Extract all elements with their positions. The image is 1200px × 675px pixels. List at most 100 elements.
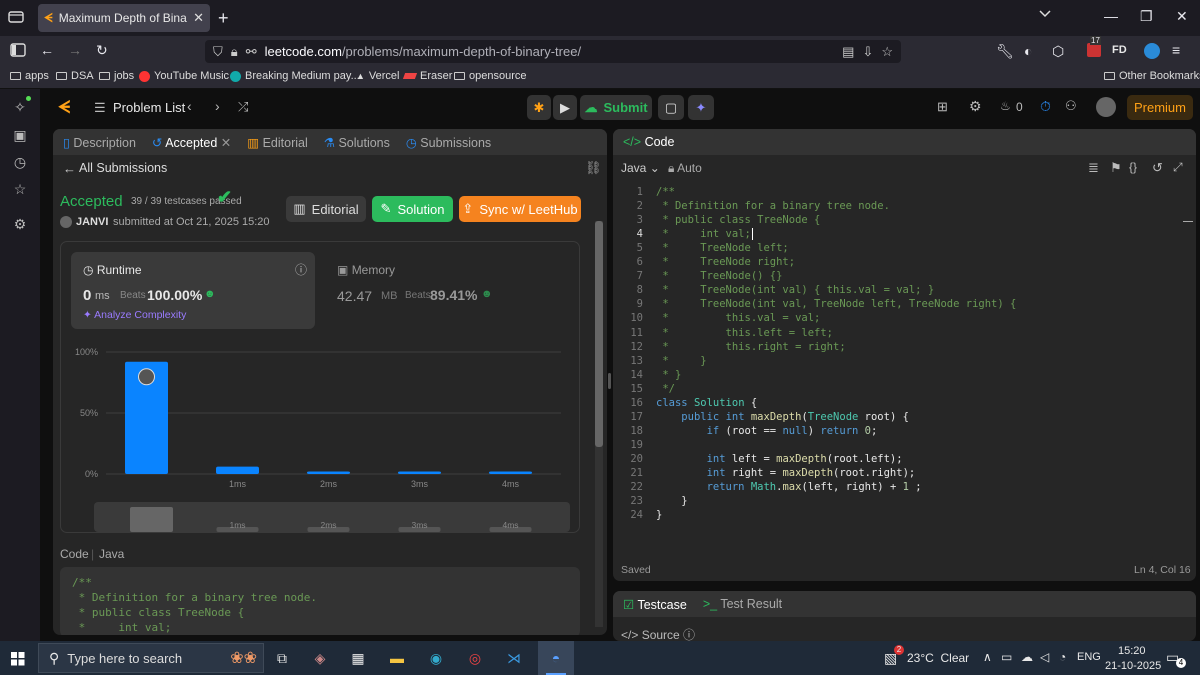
menu-icon[interactable]: ≡: [1172, 42, 1180, 58]
copilot-icon[interactable]: ◈: [310, 648, 330, 668]
account-icon[interactable]: [1144, 43, 1160, 59]
language-indicator[interactable]: ENG: [1077, 651, 1101, 663]
profile-initials[interactable]: FD: [1112, 44, 1127, 56]
code-editor[interactable]: 1 /** 2 * Definition for a binary tree nod…: [613, 185, 1196, 557]
layout-icon[interactable]: ⊞: [937, 99, 948, 115]
battery-icon[interactable]: ▭: [1001, 650, 1012, 664]
clock-time[interactable]: 15:20: [1118, 645, 1146, 657]
bookmark-star-icon[interactable]: ☆: [881, 44, 893, 60]
forward-arrow-icon[interactable]: →: [68, 42, 82, 58]
streak-flame-icon[interactable]: ♨: [1000, 99, 1011, 113]
language-select[interactable]: Java ⌄: [621, 161, 660, 175]
debug-icon[interactable]: ✱: [527, 95, 551, 120]
runtime-distribution-chart[interactable]: 100% 50% 0% 1ms 2ms 3ms 4ms 1ms 2ms 3ms 4ms: [61, 334, 579, 532]
leetcode-logo[interactable]: ᗕ: [58, 98, 70, 118]
solution-button[interactable]: ✎ Solution: [372, 196, 453, 222]
chevron-down-icon[interactable]: [1038, 9, 1052, 19]
new-tab-icon[interactable]: +: [218, 8, 229, 29]
sync-leethub-button[interactable]: ⇪ Sync w/ LeetHub: [459, 196, 581, 222]
store-icon[interactable]: ▦: [348, 648, 368, 668]
braces-icon[interactable]: {}: [1129, 160, 1137, 174]
info-icon[interactable]: ⓘ: [295, 261, 307, 278]
all-submissions-link[interactable]: All Submissions: [79, 161, 167, 175]
bookmark-medium[interactable]: Breaking Medium pay...: [230, 70, 360, 82]
shield-icon[interactable]: ⛉: [213, 44, 223, 60]
ai-assist-icon[interactable]: ✦: [688, 95, 714, 120]
firefox-icon[interactable]: ◓: [546, 648, 566, 668]
tab-submissions[interactable]: ◷ Submissions: [406, 135, 491, 150]
browser-tab-active[interactable]: ᗕ Maximum Depth of Binary Tree ✕: [38, 4, 210, 32]
tab-editorial[interactable]: ▥ Editorial: [247, 135, 307, 150]
editor-scroll-marker[interactable]: [1183, 221, 1193, 222]
bookmark-vercel[interactable]: ▲ Vercel: [356, 70, 400, 82]
other-bookmarks[interactable]: Other Bookmarks: [1104, 70, 1200, 82]
windows-start-icon[interactable]: [11, 652, 25, 669]
editorial-button[interactable]: ▥ Editorial: [286, 196, 366, 222]
wrench-icon[interactable]: 🔧︎: [996, 43, 1014, 60]
bookmark-icon[interactable]: ⚑: [1110, 160, 1122, 176]
cloud-icon[interactable]: ☁: [1021, 650, 1033, 664]
close-window-icon[interactable]: ✕: [1176, 8, 1188, 25]
bookmark-dsa[interactable]: DSA: [56, 70, 94, 82]
lock-icon[interactable]: 🔒︎: [231, 44, 238, 60]
analyze-complexity-link[interactable]: ✦ Analyze Complexity: [83, 309, 186, 321]
runtime-card[interactable]: ◷ Runtime ⓘ 0 ms Beats 100.00% ☻ ✦ Analy…: [71, 252, 315, 329]
user-avatar[interactable]: [60, 216, 72, 228]
bookmark-apps[interactable]: apps: [10, 70, 49, 82]
clock-date[interactable]: 21-10-2025: [1105, 660, 1161, 672]
notes-icon[interactable]: ▢: [658, 95, 684, 120]
share-link-icon[interactable]: ⛓: [585, 160, 602, 176]
wifi-icon[interactable]: ◔: [1059, 650, 1066, 664]
settings-icon[interactable]: ⚙: [969, 98, 982, 115]
weather-text[interactable]: 23°C Clear: [907, 651, 969, 665]
minimize-icon[interactable]: —: [1104, 8, 1118, 24]
extension-badge-icon[interactable]: 17: [1084, 36, 1104, 60]
chrome-icon[interactable]: ◎: [465, 648, 485, 668]
scrollbar-track[interactable]: [595, 221, 603, 627]
bookmark-youtube-music[interactable]: YouTube Music: [139, 70, 229, 82]
list-icon[interactable]: ☰: [94, 100, 106, 116]
task-view-icon[interactable]: ⧉: [272, 648, 292, 668]
prev-problem-icon[interactable]: ‹: [187, 98, 192, 114]
tab-test-result[interactable]: >_ Test Result: [703, 597, 782, 611]
autocomplete-mode[interactable]: 🔒︎ Auto: [668, 161, 702, 176]
premium-button[interactable]: Premium: [1127, 95, 1193, 120]
restore-icon[interactable]: ❐: [1140, 8, 1153, 25]
edge-icon[interactable]: ◉: [426, 648, 446, 668]
scrollbar-thumb[interactable]: [595, 221, 603, 447]
panel-splitter[interactable]: [608, 373, 611, 389]
bookmark-jobs[interactable]: jobs: [99, 70, 134, 82]
settings-gear-icon[interactable]: ⚙: [12, 216, 28, 232]
bookmarks-star-icon[interactable]: ☆: [12, 181, 28, 197]
memory-card[interactable]: ▣ Memory 42.47 MB Beats 89.41% ☻: [327, 252, 571, 329]
tabs-icon[interactable]: ▣: [12, 127, 28, 143]
save-page-icon[interactable]: ⇩: [862, 44, 873, 60]
add-friend-icon[interactable]: ⚇: [1065, 98, 1077, 114]
format-icon[interactable]: ≣: [1088, 160, 1099, 176]
username[interactable]: JANVI: [76, 216, 108, 228]
back-arrow-icon[interactable]: ←: [63, 161, 76, 176]
back-arrow-icon[interactable]: ←: [40, 42, 54, 58]
page-settings-icon[interactable]: ⚯: [246, 44, 257, 60]
submit-button[interactable]: ☁ Submit: [580, 95, 652, 120]
avatar[interactable]: [1096, 97, 1116, 117]
problem-list-link[interactable]: Problem List: [113, 100, 185, 115]
bookmark-opensource[interactable]: opensource: [454, 70, 527, 82]
reset-icon[interactable]: ↺: [1152, 160, 1163, 176]
tab-list-icon[interactable]: [8, 10, 24, 24]
sidebar-toggle-icon[interactable]: [10, 43, 26, 57]
reader-view-icon[interactable]: ▤: [842, 44, 854, 60]
file-explorer-icon[interactable]: ▬: [387, 648, 407, 668]
taskbar-search[interactable]: ⚲ Type here to search ❀❀: [38, 643, 264, 673]
bookmark-eraser[interactable]: Eraser: [402, 70, 452, 82]
code-tab[interactable]: </> Code: [623, 135, 674, 149]
ai-sparkle-icon[interactable]: ✧: [12, 99, 28, 115]
next-problem-icon[interactable]: ›: [215, 98, 220, 114]
extensions-puzzle-icon[interactable]: ⬡: [1052, 43, 1064, 60]
tab-testcase[interactable]: ☑ Testcase: [623, 597, 687, 612]
tab-description[interactable]: ▯ Description: [63, 135, 136, 150]
shuffle-icon[interactable]: ⤮: [238, 99, 248, 115]
extension-icon-1[interactable]: ◐: [1024, 43, 1032, 59]
tab-accepted[interactable]: ↺ Accepted ✕: [152, 135, 231, 150]
reload-icon[interactable]: ↻: [96, 42, 108, 59]
